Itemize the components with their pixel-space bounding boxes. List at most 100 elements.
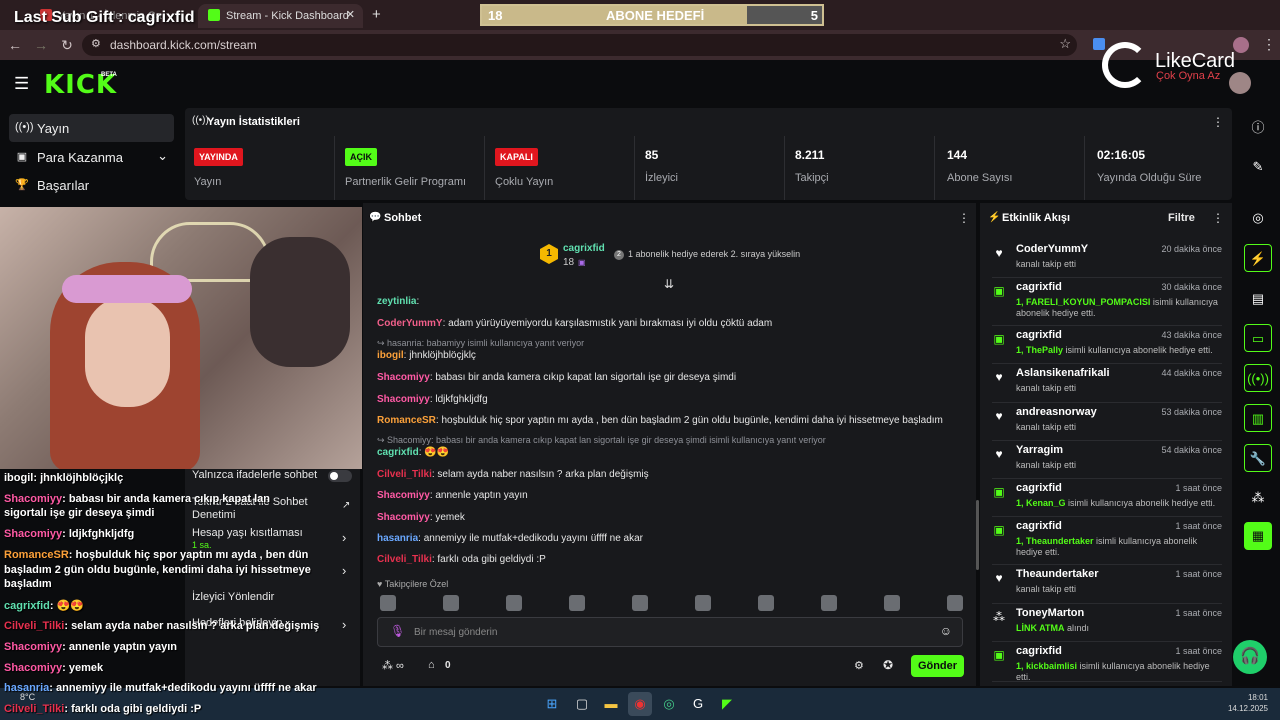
channel-points-icon[interactable]: ⁂ ∞ xyxy=(382,659,404,672)
tab-kick-dashboard[interactable]: Stream - Kick Dashboard ✕ xyxy=(198,4,363,28)
chat-username[interactable]: RomanceSR xyxy=(377,415,436,426)
chat-username[interactable]: Shacomiyy xyxy=(377,394,430,405)
kick-app-icon[interactable]: ◤ xyxy=(715,692,739,716)
chevron-right-icon[interactable]: › xyxy=(342,563,346,578)
emote-button[interactable] xyxy=(506,595,522,611)
hamburger-menu-icon[interactable]: ☰ xyxy=(14,74,29,94)
event-username[interactable]: Yarragim xyxy=(1016,444,1063,456)
chat-username[interactable]: Shacomiyy xyxy=(377,512,430,523)
obs-icon[interactable]: ◉ xyxy=(628,692,652,716)
chat-message: ibogil: jhnklöjhblöçjklç xyxy=(377,350,476,361)
layout-icon[interactable]: ▥ xyxy=(1244,404,1272,432)
chat-toggle-icon[interactable]: ▭ xyxy=(1244,324,1272,352)
event-username[interactable]: ToneyMarton xyxy=(1016,607,1084,619)
mod-icon[interactable]: ✪ xyxy=(883,658,893,672)
explorer-icon[interactable]: ▬ xyxy=(599,692,623,716)
forward-icon[interactable]: → xyxy=(32,36,50,54)
site-info-icon[interactable]: ⚙ xyxy=(91,37,101,50)
event-username[interactable]: Theaundertaker xyxy=(1016,568,1099,580)
mic-icon[interactable]: 🎙 xyxy=(390,624,405,638)
chat-scrollbar[interactable] xyxy=(976,500,979,570)
edit-icon[interactable]: ✎ xyxy=(1244,153,1272,181)
emote-button[interactable] xyxy=(380,595,396,611)
chat-username[interactable]: Shacomiyy xyxy=(377,490,430,501)
profile-avatar[interactable] xyxy=(1233,37,1249,53)
event-username[interactable]: cagrixfid xyxy=(1016,520,1062,532)
wrench-icon[interactable]: 🔧 xyxy=(1244,444,1272,472)
flash-icon[interactable]: ⚡ xyxy=(1244,244,1272,272)
info-icon[interactable]: ⓘ xyxy=(1244,114,1272,142)
event-username[interactable]: Aslansikenafrikali xyxy=(1016,367,1110,379)
emoji-icon[interactable]: ☺ xyxy=(940,624,952,638)
scroll-down-icon[interactable]: ⇊ xyxy=(664,277,674,291)
pinned-count: 18 xyxy=(563,257,575,268)
event-username[interactable]: cagrixfid xyxy=(1016,281,1062,293)
chat-username[interactable]: Cilveli_Tilki xyxy=(377,469,432,480)
emote-button[interactable] xyxy=(884,595,900,611)
chat-username[interactable]: CoderYummY xyxy=(377,318,443,329)
chat-username[interactable]: Shacomiyy xyxy=(377,372,430,383)
sidebar-item-yayin[interactable]: ((•)) Yayın xyxy=(9,114,174,142)
sidebar-item-basarilar[interactable]: 🏆 Başarılar xyxy=(9,171,174,199)
user-avatar[interactable] xyxy=(1229,72,1251,94)
activity-more-icon[interactable]: ⋮ xyxy=(1212,211,1224,225)
chrome-icon[interactable]: ◎ xyxy=(657,692,681,716)
address-bar[interactable]: ⚙ dashboard.kick.com/stream ☆ xyxy=(82,34,1077,56)
last-sub-gift-overlay: Last Sub Gift : cagrixfid xyxy=(14,9,195,26)
extension-icon[interactable] xyxy=(1093,38,1105,50)
emote-button[interactable] xyxy=(569,595,585,611)
external-link-icon[interactable]: ↗ xyxy=(342,500,350,511)
reload-icon[interactable]: ↻ xyxy=(58,36,76,54)
close-tab-icon[interactable]: ✕ xyxy=(346,8,355,21)
chat-username[interactable]: ibogil xyxy=(377,350,404,361)
event-username[interactable]: CoderYummY xyxy=(1016,243,1088,255)
emote-button[interactable] xyxy=(821,595,837,611)
back-icon[interactable]: ← xyxy=(6,36,24,54)
overlay-chat-username: Cilveli_Tilki xyxy=(4,703,65,715)
event-username[interactable]: cagrixfid xyxy=(1016,645,1062,657)
chevron-right-icon[interactable]: › xyxy=(342,617,346,632)
event-username[interactable]: cagrixfid xyxy=(1016,482,1062,494)
sidebar-item-para-kazanma[interactable]: ▣ Para Kazanma ⌄ xyxy=(9,143,174,171)
points-icon[interactable]: ⁂ xyxy=(1244,484,1272,512)
viewer-redirect-label[interactable]: İzleyici Yönlendir xyxy=(192,591,274,603)
broadcast-toggle-icon[interactable]: ((•)) xyxy=(1244,364,1272,392)
event-description: kanalı takip etti xyxy=(1016,422,1221,433)
start-icon[interactable]: ⊞ xyxy=(540,692,564,716)
event-time: 1 saat önce xyxy=(1175,483,1222,493)
camera-icon[interactable]: ◎ xyxy=(1244,204,1272,232)
browser-menu-icon[interactable]: ⋮ xyxy=(1262,36,1276,53)
chat-more-icon[interactable]: ⋮ xyxy=(958,211,970,225)
emote-button[interactable] xyxy=(695,595,711,611)
chat-text: yemek xyxy=(435,512,465,523)
emote-button[interactable] xyxy=(632,595,648,611)
emote-button[interactable] xyxy=(947,595,963,611)
beta-label: BETA xyxy=(101,72,117,78)
new-tab-button[interactable]: + xyxy=(372,6,381,23)
overlay-chat-text: başladım xyxy=(4,578,52,590)
app-g-icon[interactable]: G xyxy=(686,692,710,716)
support-headset-icon[interactable]: 🎧 xyxy=(1233,640,1267,674)
store-icon[interactable]: ⌂ xyxy=(428,659,435,671)
emote-button[interactable] xyxy=(758,595,774,611)
bookmark-star-icon[interactable]: ☆ xyxy=(1059,36,1071,52)
chevron-right-icon[interactable]: › xyxy=(342,530,346,545)
event-username[interactable]: cagrixfid xyxy=(1016,329,1062,341)
taskview-icon[interactable]: ▢ xyxy=(570,692,594,716)
stats-more-icon[interactable]: ⋮ xyxy=(1212,115,1224,129)
event-username[interactable]: andreasnorway xyxy=(1016,406,1097,418)
filter-button[interactable]: Filtre xyxy=(1168,212,1195,224)
emote-button[interactable] xyxy=(443,595,459,611)
chat-username[interactable]: zeytinlia xyxy=(377,296,416,307)
app-icon[interactable]: ▦ xyxy=(1244,522,1272,550)
send-button[interactable]: Gönder xyxy=(911,655,964,677)
chat-username[interactable]: cagrixfid xyxy=(377,447,419,458)
money-icon: ▣ xyxy=(16,151,28,163)
pinned-user[interactable]: cagrixfid xyxy=(563,243,605,254)
chat-username[interactable]: Cilveli_Tilki xyxy=(377,554,432,565)
emote-only-toggle[interactable] xyxy=(328,470,352,482)
chat-input[interactable]: 🎙 Bir mesaj gönderin ☺ xyxy=(377,617,963,647)
notes-icon[interactable]: ▤ xyxy=(1244,285,1272,313)
chat-username[interactable]: hasanria xyxy=(377,533,418,544)
settings-gear-icon[interactable]: ⚙ xyxy=(854,659,864,672)
